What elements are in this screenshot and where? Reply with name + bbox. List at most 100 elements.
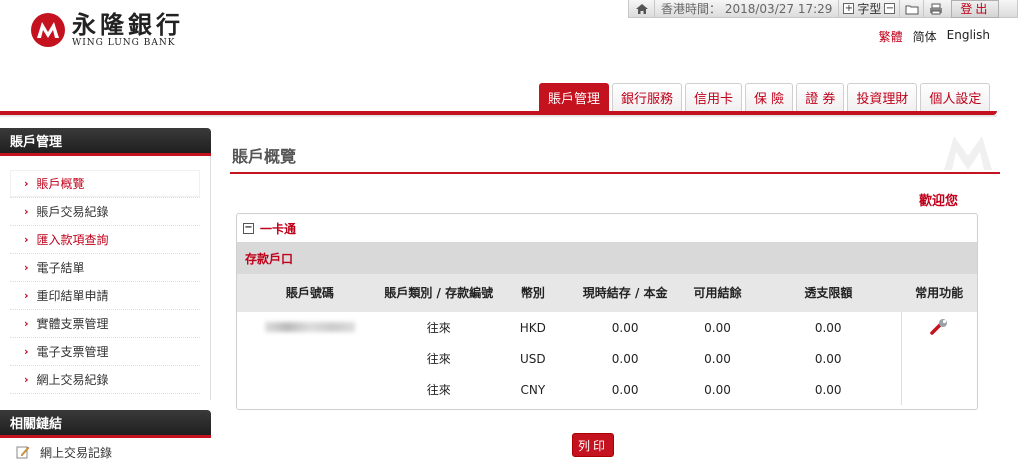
sidebar-item-label: 電子支票管理 (36, 345, 109, 359)
currency-cell: CNY (520, 382, 546, 397)
col-balance: 現時結存 / 本金 (570, 274, 680, 312)
col-available: 可用結餘 (679, 274, 756, 312)
lang-traditional[interactable]: 繁體 (879, 28, 903, 45)
edit-note-icon (16, 446, 30, 459)
currency-cell: USD (520, 351, 546, 366)
bank-logo[interactable]: 永隆銀行 WING LUNG BANK (30, 12, 184, 48)
utility-bar: 香港時間： 2018/03/27 17:29 + 字型 − 登出 (628, 0, 1018, 18)
sidebar-item-transaction-history[interactable]: › 賬戶交易紀錄 (10, 198, 200, 226)
chevron-right-icon: › (24, 317, 29, 330)
bank-name-cn: 永隆銀行 (72, 9, 184, 39)
font-increase-button[interactable]: + (843, 3, 855, 14)
col-account-type: 賬戶類別 / 存款編號 (382, 274, 495, 312)
overdraft-cell: 0.00 (814, 320, 842, 335)
tab-account-management[interactable]: 賬戶管理 (539, 83, 610, 111)
account-type-cell: 往來 (426, 321, 451, 335)
font-size-control: + 字型 − (838, 0, 899, 18)
logout-button[interactable]: 登出 (951, 0, 1000, 18)
available-cell: 0.00 (704, 351, 731, 366)
chevron-right-icon: › (24, 289, 29, 302)
sidebar-item-physical-cheque[interactable]: › 實體支票管理 (10, 310, 200, 338)
sidebar-menu: › 賬戶概覽 › 賬戶交易紀錄 › 匯入款項查詢 › 電子結單 › 重印結單申請… (0, 156, 211, 400)
account-number-cell (237, 343, 383, 374)
tab-banking-services[interactable]: 銀行服務 (612, 83, 683, 111)
sidebar-item-label: 賬戶概覽 (36, 177, 85, 191)
font-label: 字型 (857, 2, 882, 16)
sidebar-item-label: 實體支票管理 (36, 317, 109, 331)
panel-header[interactable]: − 一卡通 (237, 214, 977, 242)
time-label: 香港時間： (661, 2, 722, 16)
account-number-cell[interactable] (237, 312, 383, 343)
bank-name-en: WING LUNG BANK (72, 37, 176, 48)
related-link-label: 網上交易記錄 (40, 445, 113, 460)
chevron-right-icon: › (24, 373, 29, 386)
tab-personal-settings[interactable]: 個人設定 (920, 83, 991, 111)
section-title: 存款戶口 (237, 242, 977, 274)
folder-icon[interactable] (899, 0, 923, 18)
wing-lung-logo-icon (31, 13, 65, 47)
panel-title: 一卡通 (260, 221, 297, 236)
hk-time: 香港時間： 2018/03/27 17:29 (655, 0, 838, 17)
sidebar-item-label: 賬戶交易紀錄 (36, 205, 109, 219)
sidebar-item-online-transactions[interactable]: › 網上交易紀錄 (10, 366, 200, 394)
chevron-right-icon: › (24, 345, 29, 358)
balance-cell: 0.00 (611, 351, 639, 366)
col-functions: 常用功能 (901, 274, 977, 312)
print-icon[interactable] (923, 0, 947, 18)
tab-securities[interactable]: 證 券 (796, 83, 845, 111)
print-button[interactable]: 列印 (572, 433, 614, 457)
chevron-right-icon: › (24, 205, 29, 218)
watermark-logo-icon (944, 136, 992, 170)
available-cell: 0.00 (704, 320, 731, 335)
chevron-right-icon: › (24, 233, 29, 246)
related-link-online-records[interactable]: 網上交易記錄 (0, 438, 211, 466)
tab-credit-card[interactable]: 信用卡 (685, 83, 743, 111)
collapse-icon[interactable]: − (243, 222, 254, 234)
col-account-number: 賬戶號碼 (237, 274, 383, 312)
nav-shadow (0, 115, 997, 118)
wrench-icon[interactable] (929, 318, 949, 336)
title-divider (230, 172, 1000, 174)
main-nav: 賬戶管理 銀行服務 信用卡 保 險 證 券 投資理財 個人設定 (539, 83, 991, 111)
sidebar-item-e-cheque[interactable]: › 電子支票管理 (10, 338, 200, 366)
lang-english[interactable]: English (947, 28, 990, 45)
lang-simplified[interactable]: 简体 (913, 28, 937, 45)
currency-cell: HKD (519, 320, 546, 335)
balance-cell: 0.00 (611, 382, 639, 397)
sidebar-item-e-statement[interactable]: › 電子結單 (10, 254, 200, 282)
sidebar-item-inward-remittance[interactable]: › 匯入款項查詢 (10, 226, 200, 254)
col-overdraft: 透支限額 (755, 274, 902, 312)
sidebar-item-reprint-statement[interactable]: › 重印結單申請 (10, 282, 200, 310)
sidebar-item-label: 網上交易紀錄 (36, 373, 109, 387)
language-switcher: 繁體 简体 English (879, 28, 990, 45)
sidebar-item-label: 電子結單 (36, 261, 85, 275)
chevron-right-icon: › (24, 261, 29, 274)
sidebar-item-label: 匯入款項查詢 (36, 233, 109, 247)
sidebar-heading: 賬戶管理 (0, 128, 211, 156)
welcome-text: 歡迎您 (919, 194, 959, 209)
accounts-table: 賬戶號碼 賬戶類別 / 存款編號 幣別 現時結存 / 本金 可用結餘 透支限額 … (237, 274, 977, 405)
table-header-row: 賬戶號碼 賬戶類別 / 存款編號 幣別 現時結存 / 本金 可用結餘 透支限額 … (237, 274, 977, 312)
col-currency: 幣別 (494, 274, 571, 312)
account-number-cell (237, 374, 383, 405)
tab-insurance[interactable]: 保 險 (745, 83, 794, 111)
account-type-cell: 往來 (426, 352, 451, 366)
account-panel: − 一卡通 存款戶口 賬戶號碼 賬戶類別 / 存款編號 幣別 現時結存 / 本金… (236, 213, 978, 410)
page-title: 賬戶概覽 (232, 147, 297, 166)
account-type-cell: 往來 (426, 383, 451, 397)
table-row: 往來 HKD 0.00 0.00 0.00 (237, 312, 977, 405)
chevron-right-icon: › (24, 177, 29, 190)
overdraft-cell: 0.00 (814, 351, 842, 366)
home-icon[interactable] (629, 0, 655, 18)
font-decrease-button[interactable]: − (884, 3, 896, 14)
sidebar: 賬戶管理 › 賬戶概覽 › 賬戶交易紀錄 › 匯入款項查詢 › 電子結單 › 重… (0, 128, 211, 461)
sidebar-item-label: 重印結單申請 (36, 289, 109, 303)
functions-cell (900, 312, 977, 405)
time-value: 2018/03/27 17:29 (724, 2, 833, 16)
tab-investment[interactable]: 投資理財 (847, 83, 918, 111)
masked-account-number (264, 321, 355, 332)
table-row: 往來 USD 0.00 0.00 0.00 (237, 343, 977, 374)
balance-cell: 0.00 (611, 320, 639, 335)
sidebar-item-account-overview[interactable]: › 賬戶概覽 (10, 170, 200, 198)
table-row: 往來 CNY 0.00 0.00 0.00 (237, 374, 977, 405)
